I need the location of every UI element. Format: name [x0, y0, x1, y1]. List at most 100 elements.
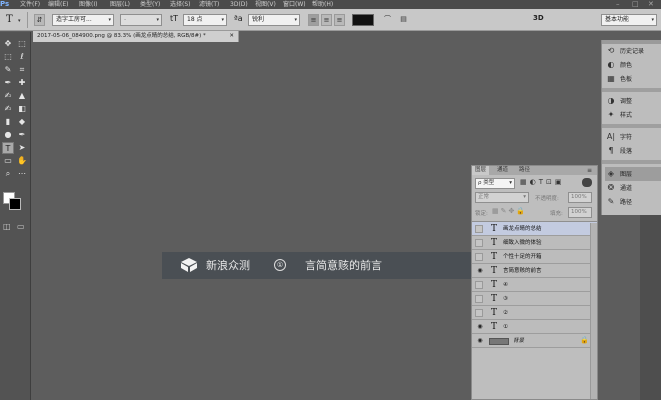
dock-item[interactable]: ✎ 路径: [605, 195, 661, 209]
quick-selection-tool-icon[interactable]: ✎: [2, 64, 14, 76]
hand-tool-icon[interactable]: ✋: [16, 155, 28, 167]
warp-text-button[interactable]: ⌒: [382, 14, 393, 26]
menu-item[interactable]: 帮助(H): [312, 0, 333, 9]
align-center-button[interactable]: ≡: [321, 14, 332, 26]
lasso-tool-icon[interactable]: ℓ: [16, 51, 28, 63]
text-layer-icon: T: [490, 280, 497, 290]
layer-row[interactable]: T④: [472, 278, 597, 292]
align-right-button[interactable]: ≡: [334, 14, 345, 26]
text-layer-icon: T: [490, 294, 497, 304]
blur-tool-icon[interactable]: ◆: [16, 116, 28, 128]
dock-item[interactable]: A| 字符: [605, 130, 661, 144]
dock-item[interactable]: ❂ 通道: [605, 181, 661, 195]
marquee-tool-icon[interactable]: ⬚: [2, 51, 14, 63]
path-selection-tool-icon[interactable]: ➤: [16, 142, 28, 154]
dock-item[interactable]: ◑ 调整: [605, 94, 661, 108]
gradient-tool-icon[interactable]: ▮: [2, 116, 14, 128]
tab-channels[interactable]: 通道: [494, 166, 511, 175]
orientation-toggle-button[interactable]: ⇵: [34, 14, 45, 26]
dock-item-label: 通道: [620, 185, 633, 192]
pen-tool-icon[interactable]: ✒: [16, 129, 28, 141]
character-panel-button[interactable]: ▤: [398, 14, 409, 26]
visibility-toggle[interactable]: [475, 239, 483, 247]
clone-stamp-tool-icon[interactable]: ▲: [16, 90, 28, 102]
filter-toggle-icon[interactable]: [582, 178, 592, 187]
visibility-toggle[interactable]: [475, 295, 483, 303]
crop-tool-icon[interactable]: ⌗: [16, 64, 28, 76]
visibility-toggle[interactable]: [475, 225, 483, 233]
menu-item[interactable]: 文件(F): [20, 0, 40, 9]
menu-item[interactable]: 滤镜(T): [199, 0, 219, 9]
layer-row[interactable]: T③: [472, 292, 597, 306]
preset-dropdown-icon[interactable]: ▾: [18, 18, 21, 24]
font-style-select[interactable]: - ▾: [120, 14, 162, 26]
menu-item[interactable]: 选择(S): [170, 0, 191, 9]
history-brush-tool-icon[interactable]: ✍: [2, 103, 14, 115]
layer-row[interactable]: ◉ T 言简意赅的前言: [472, 264, 597, 278]
eyedropper-tool-icon[interactable]: ✒: [2, 77, 14, 89]
type-tool-icon[interactable]: T: [2, 142, 14, 154]
menu-item[interactable]: 3D(D): [230, 0, 248, 9]
menu-item[interactable]: 视图(V): [255, 0, 276, 9]
visibility-toggle[interactable]: [475, 281, 483, 289]
antialias-select[interactable]: 锐利 ▾: [248, 14, 300, 26]
healing-brush-tool-icon[interactable]: ✚: [16, 77, 28, 89]
visibility-eye-icon[interactable]: ◉: [475, 323, 485, 331]
layer-thumbnail: [489, 338, 509, 345]
visibility-eye-icon[interactable]: ◉: [475, 337, 485, 345]
eraser-tool-icon[interactable]: ◧: [16, 103, 28, 115]
text-tool-preset-icon[interactable]: T: [6, 14, 13, 25]
zoom-tool-icon[interactable]: ⌕: [2, 168, 14, 180]
layer-row[interactable]: T 细致入微的体验: [472, 236, 597, 250]
extra-tools-icon[interactable]: ⋯: [16, 168, 28, 180]
layer-row[interactable]: T 画龙点睛的总结: [472, 222, 597, 236]
layer-row[interactable]: T 个性十足的开箱: [472, 250, 597, 264]
shape-tool-icon[interactable]: ▭: [2, 155, 14, 167]
move-tool-icon[interactable]: ✥: [2, 38, 14, 50]
visibility-toggle[interactable]: [475, 253, 483, 261]
artboard-tool-icon[interactable]: ⬚: [16, 38, 28, 50]
dock-item[interactable]: ¶ 段落: [605, 144, 661, 158]
tab-layers[interactable]: 图层: [472, 166, 490, 175]
maximize-icon[interactable]: □: [632, 0, 639, 9]
visibility-toggle[interactable]: [475, 309, 483, 317]
dock-item[interactable]: ◐ 颜色: [605, 58, 661, 72]
dock-item[interactable]: ▦ 色板: [605, 72, 661, 86]
menu-item[interactable]: 窗口(W): [283, 0, 306, 9]
layer-filter-select[interactable]: ρ 类型 ▾: [475, 178, 515, 189]
menu-item[interactable]: 图像(I): [79, 0, 97, 9]
brush-tool-icon[interactable]: ✍: [2, 90, 14, 102]
dock-item[interactable]: ◈ 图层: [605, 167, 661, 181]
workspace-select[interactable]: 基本功能 ▾: [601, 14, 657, 26]
lock-icons[interactable]: ▦✎✥🔒: [492, 207, 527, 215]
dodge-tool-icon[interactable]: ●: [2, 129, 14, 141]
menu-item[interactable]: 编辑(E): [48, 0, 68, 9]
visibility-eye-icon[interactable]: ◉: [475, 267, 485, 275]
menu-item[interactable]: 图层(L): [110, 0, 130, 9]
dock-item[interactable]: ✦ 样式: [605, 108, 661, 122]
fill-input[interactable]: 100%: [568, 207, 592, 218]
menu-item[interactable]: 类型(Y): [140, 0, 160, 9]
document-tab[interactable]: 2017-05-06_084900.png @ 83.3% (画龙点睛的总结, …: [33, 31, 239, 42]
align-left-button[interactable]: ≡: [308, 14, 319, 26]
minimize-icon[interactable]: –: [616, 0, 620, 9]
opacity-input[interactable]: 100%: [568, 192, 592, 203]
panel-menu-icon[interactable]: ≡: [587, 166, 592, 175]
close-document-icon[interactable]: ✕: [229, 31, 234, 42]
tab-paths[interactable]: 路径: [516, 166, 533, 175]
font-family-select[interactable]: 造字工房可... ▾: [52, 14, 114, 26]
text-color-swatch[interactable]: [352, 14, 374, 26]
blend-mode-select[interactable]: 正常 ▾: [475, 192, 529, 203]
quick-mask-icon[interactable]: ◫: [3, 222, 11, 231]
font-size-select[interactable]: 18 点 ▾: [183, 14, 227, 26]
3d-button[interactable]: 3D: [533, 14, 544, 22]
close-window-icon[interactable]: ✕: [648, 0, 654, 9]
layer-row[interactable]: T②: [472, 306, 597, 320]
dock-item[interactable]: ⟲ 历史记录: [605, 44, 661, 58]
screen-mode-icon[interactable]: ▭: [17, 222, 25, 231]
layers-scrollbar[interactable]: [590, 223, 597, 399]
layer-filter-icons[interactable]: ▦◐T⊡▣: [520, 178, 564, 186]
layer-row[interactable]: ◉ 🔒 背景: [472, 334, 597, 348]
layer-row[interactable]: ◉ T ①: [472, 320, 597, 334]
foreground-color-swatch[interactable]: [9, 198, 21, 210]
